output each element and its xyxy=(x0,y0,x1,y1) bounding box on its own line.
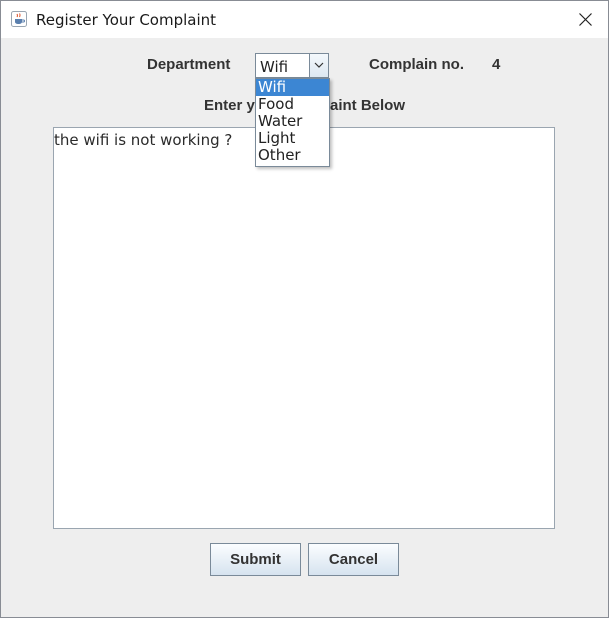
dropdown-option-water[interactable]: Water xyxy=(256,113,329,130)
dropdown-option-light[interactable]: Light xyxy=(256,130,329,147)
dropdown-option-other[interactable]: Other xyxy=(256,147,329,164)
chevron-down-icon xyxy=(314,62,324,68)
cancel-button[interactable]: Cancel xyxy=(308,543,399,576)
department-selected-value: Wifi xyxy=(260,58,289,76)
department-combobox[interactable]: Wifi xyxy=(255,53,329,78)
complain-no-value: 4 xyxy=(492,56,501,73)
window-title: Register Your Complaint xyxy=(36,11,217,29)
combo-arrow-button[interactable] xyxy=(309,54,328,77)
department-dropdown-list: Wifi Food Water Light Other xyxy=(255,78,330,167)
instruction-label-end: aint Below xyxy=(330,97,406,114)
dropdown-option-wifi[interactable]: Wifi xyxy=(256,79,329,96)
complain-no-label: Complain no. xyxy=(369,56,464,73)
close-button[interactable] xyxy=(562,1,608,38)
close-icon xyxy=(579,13,592,26)
submit-button[interactable]: Submit xyxy=(210,543,301,576)
dropdown-option-food[interactable]: Food xyxy=(256,96,329,113)
instruction-label-start: Enter y xyxy=(204,97,255,114)
department-label: Department xyxy=(147,56,231,73)
java-cup-icon xyxy=(11,11,27,27)
complaint-dialog: Register Your Complaint Department Wifi … xyxy=(0,0,609,618)
complaint-textarea[interactable]: the wifi is not working ? xyxy=(53,127,555,529)
title-bar: Register Your Complaint xyxy=(1,1,608,38)
